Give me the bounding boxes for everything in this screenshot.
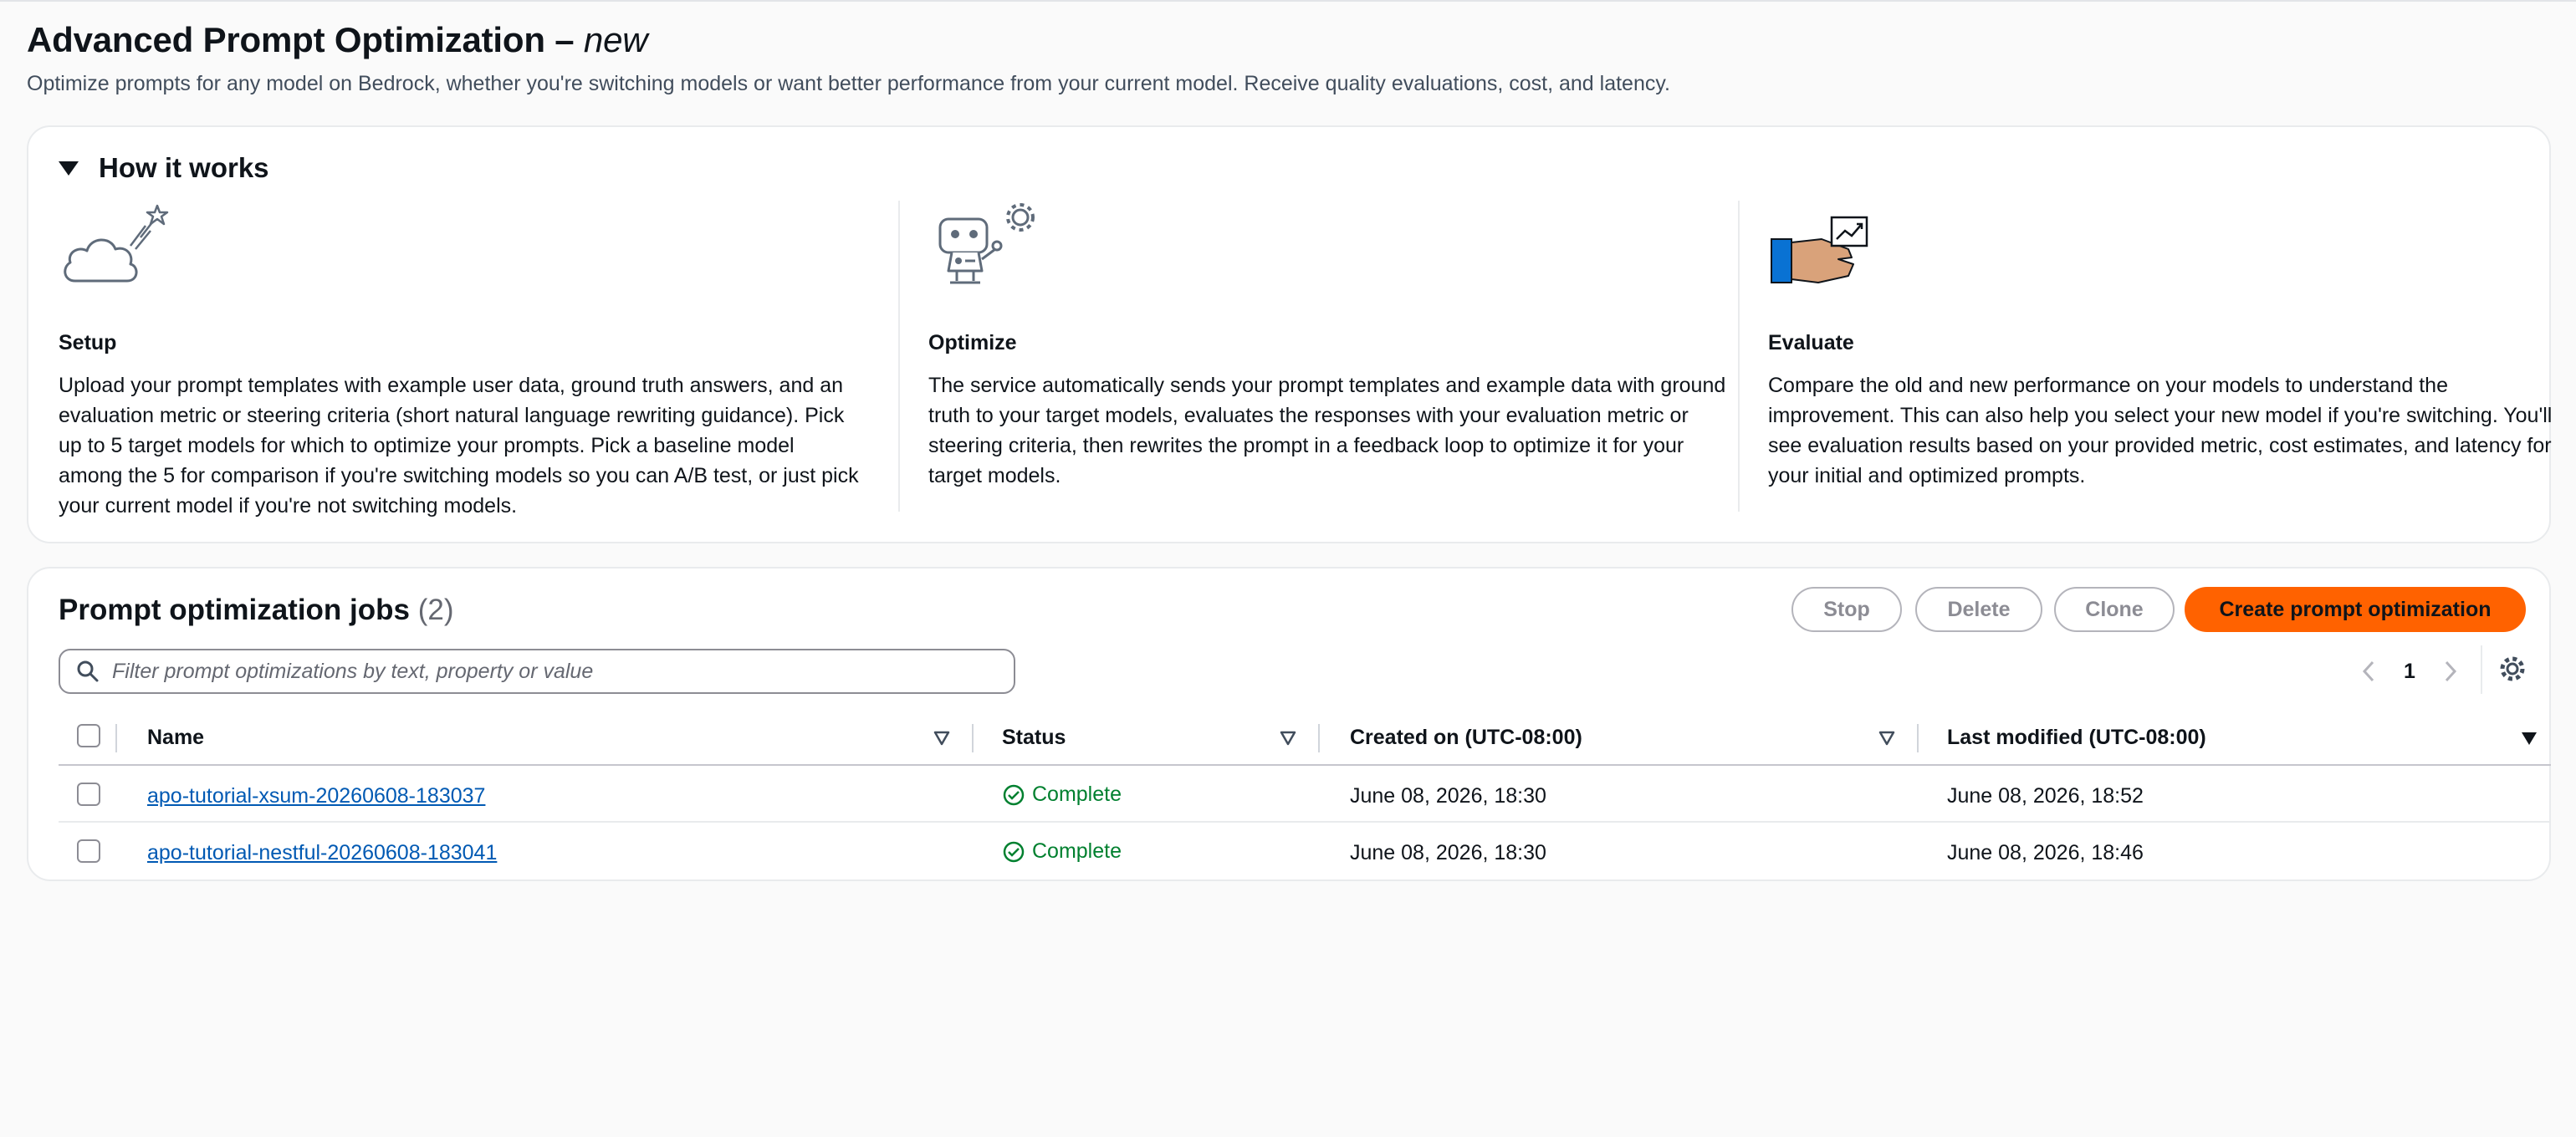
column-header-created[interactable]: Created on (UTC-08:00) (1350, 726, 1582, 750)
step-description: Compare the old and new performance on y… (1768, 374, 2553, 487)
pagination-divider (2481, 645, 2482, 694)
pagination: 1 (2354, 650, 2466, 692)
step-evaluate: Evaluate Compare the old and new perform… (1738, 201, 2552, 512)
sort-descending-icon[interactable] (2521, 731, 2538, 746)
column-divider (1318, 724, 1320, 752)
check-circle-icon (1003, 841, 1025, 862)
jobs-table: Name Status Created on (UTC-08:00) Last … (59, 709, 2551, 880)
how-it-works-panel: How it works Setup Upload your prompt te… (27, 125, 2552, 543)
column-header-modified[interactable]: Last modified (UTC-08:00) (1947, 726, 2206, 750)
sort-icon[interactable] (1280, 731, 1296, 746)
check-circle-icon (1003, 784, 1025, 805)
gear-icon[interactable] (2497, 654, 2527, 684)
page-description: Optimize prompts for any model on Bedroc… (27, 72, 1670, 95)
jobs-panel: Prompt optimization jobs (2) Stop Delete… (27, 567, 2551, 881)
status-text: Complete (1032, 783, 1122, 806)
modified-date: June 08, 2026, 18:46 (1947, 841, 2144, 864)
step-description: Upload your prompt templates with exampl… (59, 374, 859, 518)
delete-button[interactable]: Delete (1915, 587, 2042, 632)
step-description: The service automatically sends your pro… (928, 374, 1726, 487)
chevron-right-icon[interactable] (2435, 656, 2466, 686)
job-name-link[interactable]: apo-tutorial-nestful-20260608-183041 (147, 841, 497, 865)
chevron-left-icon[interactable] (2354, 656, 2384, 686)
column-divider (1917, 724, 1919, 752)
column-divider (972, 724, 974, 752)
page-title-text: Advanced Prompt Optimization – (27, 20, 575, 59)
sort-icon[interactable] (1878, 731, 1895, 746)
jobs-count: (2) (417, 594, 454, 626)
robot-gear-icon (938, 203, 1035, 284)
search-icon (77, 660, 99, 682)
step-title: Optimize (928, 331, 1017, 354)
job-name-link[interactable]: apo-tutorial-xsum-20260608-183037 (147, 784, 485, 808)
modified-date: June 08, 2026, 18:52 (1947, 784, 2144, 808)
column-header-status[interactable]: Status (1002, 726, 1066, 750)
status-badge: Complete (1002, 839, 1122, 864)
page-title: Advanced Prompt Optimization – new (27, 20, 648, 60)
jobs-title-text: Prompt optimization jobs (59, 594, 410, 626)
step-title: Setup (59, 331, 117, 354)
hand-chart-icon (1771, 216, 1868, 283)
step-setup: Setup Upload your prompt templates with … (59, 201, 861, 518)
row-checkbox[interactable] (77, 783, 100, 806)
table-header: Name Status Created on (UTC-08:00) Last … (59, 709, 2551, 766)
filter-field[interactable] (59, 649, 1015, 694)
cloud-star-icon (64, 204, 169, 283)
how-it-works-toggle[interactable]: How it works (59, 152, 269, 184)
top-divider (0, 0, 2576, 3)
created-date: June 08, 2026, 18:30 (1350, 841, 1546, 864)
page-number[interactable]: 1 (2404, 660, 2415, 684)
column-header-name[interactable]: Name (147, 726, 204, 750)
column-divider (115, 724, 117, 752)
create-prompt-optimization-button[interactable]: Create prompt optimization (2185, 587, 2526, 632)
filter-input[interactable] (112, 659, 999, 684)
sort-icon[interactable] (933, 731, 950, 746)
stop-button[interactable]: Stop (1791, 587, 1902, 632)
status-badge: Complete (1002, 783, 1122, 807)
caret-down-icon (59, 161, 79, 176)
step-optimize: Optimize The service automatically sends… (898, 201, 1725, 512)
clone-button[interactable]: Clone (2054, 587, 2175, 632)
row-checkbox[interactable] (77, 839, 100, 863)
step-title: Evaluate (1768, 331, 1854, 354)
select-all-checkbox[interactable] (77, 724, 100, 747)
new-badge: new (583, 20, 648, 59)
how-it-works-title: How it works (99, 152, 269, 183)
created-date: June 08, 2026, 18:30 (1350, 784, 1546, 808)
jobs-title: Prompt optimization jobs (2) (59, 594, 454, 627)
table-row: apo-tutorial-xsum-20260608-183037 Comple… (59, 766, 2551, 823)
table-row: apo-tutorial-nestful-20260608-183041 Com… (59, 823, 2551, 880)
status-text: Complete (1032, 839, 1122, 863)
